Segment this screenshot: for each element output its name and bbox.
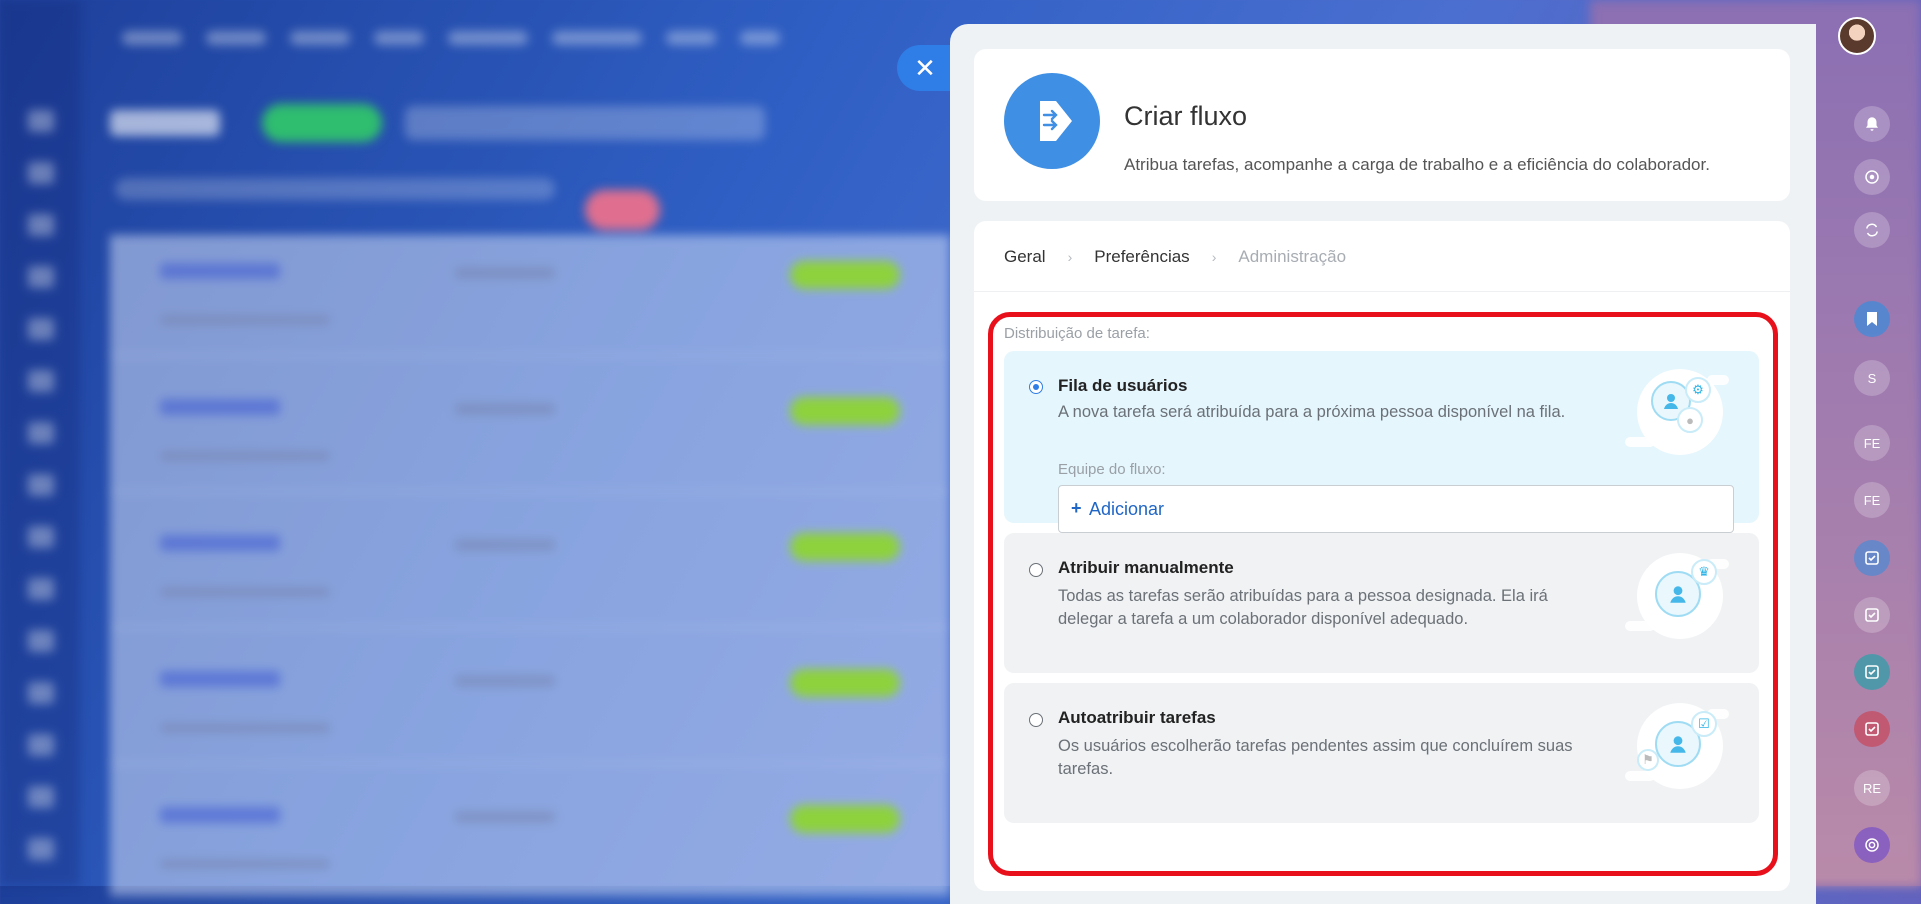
background-top-nav — [110, 24, 890, 52]
sync-icon[interactable] — [1854, 212, 1890, 248]
radio-user-queue[interactable] — [1029, 380, 1043, 394]
chevron-right-icon: › — [1211, 249, 1217, 265]
chevron-right-icon: › — [1067, 249, 1073, 265]
option-description: Todas as tarefas serão atribuídas para a… — [1058, 587, 1548, 628]
option-title: Autoatribuir tarefas — [1058, 708, 1216, 727]
background-badge — [585, 190, 660, 230]
background-table — [110, 235, 950, 900]
activity-icon[interactable] — [1854, 159, 1890, 195]
background-page-title — [110, 110, 220, 136]
header-card: Criar fluxo Atribua tarefas, acompanhe a… — [974, 49, 1790, 201]
task-chat-icon[interactable] — [1854, 711, 1890, 747]
team-label: Equipe do fluxo: — [1058, 461, 1166, 478]
distribution-label: Distribuição de tarefa: — [1004, 325, 1150, 342]
step-administration[interactable]: Administração — [1238, 247, 1346, 267]
background-new-button — [262, 104, 382, 142]
option-manual-assign[interactable]: Atribuir manualmente Todas as tarefas se… — [1004, 533, 1759, 673]
plus-icon: + — [1071, 498, 1082, 518]
create-flow-panel: Criar fluxo Atribua tarefas, acompanhe a… — [950, 24, 1816, 904]
bookmark-icon[interactable] — [1854, 301, 1890, 337]
chat-avatar-fe-1[interactable]: FE — [1854, 425, 1890, 461]
radio-self-assign[interactable] — [1029, 713, 1043, 727]
page-subtitle: Atribua tarefas, acompanhe a carga de tr… — [1124, 155, 1710, 174]
option-user-queue[interactable]: Fila de usuários A nova tarefa será atri… — [1004, 351, 1759, 533]
task-chat-icon[interactable] — [1854, 540, 1890, 576]
openlines-icon[interactable] — [1854, 827, 1890, 863]
queue-illustration-icon: ⚙ ● — [1625, 365, 1729, 459]
option-self-assign[interactable]: Autoatribuir tarefas Os usuários escolhe… — [1004, 683, 1759, 823]
add-team-member-field[interactable]: + Adicionar — [1058, 485, 1734, 533]
settings-card: Geral › Preferências › Administração Dis… — [974, 221, 1790, 891]
option-title: Fila de usuários — [1058, 376, 1188, 395]
close-button[interactable]: ✕ — [897, 45, 953, 91]
task-chat-icon[interactable] — [1854, 597, 1890, 633]
radio-manual-assign[interactable] — [1029, 563, 1043, 577]
manual-illustration-icon: ♛ — [1625, 549, 1729, 643]
task-chat-icon[interactable] — [1854, 654, 1890, 690]
add-team-member-link[interactable]: Adicionar — [1089, 499, 1164, 520]
option-description: Os usuários escolherão tarefas pendentes… — [1058, 737, 1573, 778]
option-description: A nova tarefa será atribuída para a próx… — [1058, 403, 1566, 421]
chat-avatar-fe-2[interactable]: FE — [1854, 482, 1890, 518]
chat-avatar-re[interactable]: RE — [1854, 770, 1890, 806]
self-assign-illustration-icon: ☑ ⚑ — [1625, 699, 1729, 793]
background-filters — [115, 178, 555, 200]
close-icon: ✕ — [914, 52, 936, 83]
background-left-sidebar — [0, 0, 80, 886]
right-toolbar: S FE FE RE — [1815, 0, 1921, 886]
flow-icon — [1004, 73, 1100, 169]
option-title: Atribuir manualmente — [1058, 558, 1234, 577]
step-preferences[interactable]: Preferências — [1094, 247, 1189, 267]
chat-avatar-s[interactable]: S — [1854, 360, 1890, 396]
background-search — [405, 106, 765, 140]
wizard-steps: Geral › Preferências › Administração — [1004, 247, 1346, 267]
step-general[interactable]: Geral — [1004, 247, 1046, 267]
bell-icon[interactable] — [1854, 106, 1890, 142]
divider — [974, 291, 1790, 292]
page-title: Criar fluxo — [1124, 101, 1248, 131]
